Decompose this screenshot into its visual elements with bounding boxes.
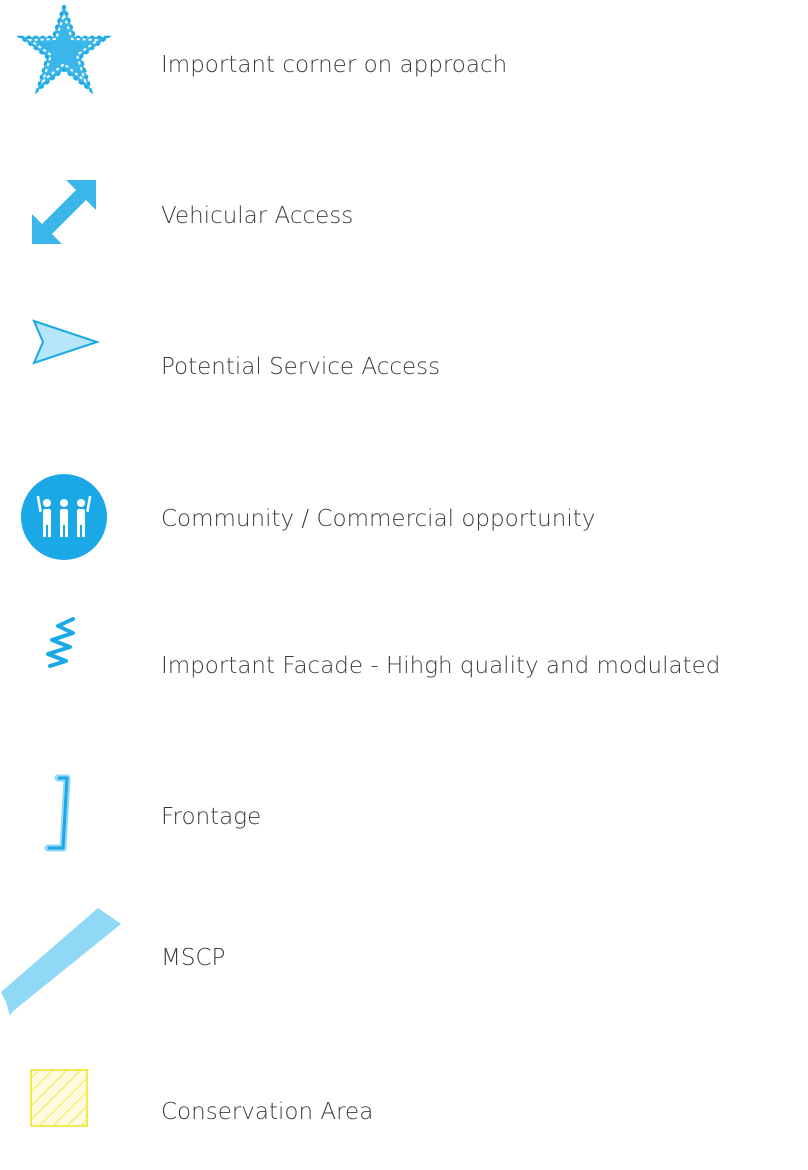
- legend-item-important-corner: Important corner on approach: [0, 0, 808, 120]
- zigzag-icon: [40, 616, 80, 668]
- arrowhead-icon: [32, 319, 101, 365]
- double-arrow-icon: [32, 180, 96, 244]
- legend-item-potential-service-access: Potential Service Access: [0, 300, 808, 420]
- legend-label: Important corner on approach: [161, 52, 508, 78]
- legend-item-community: Community / Commercial opportunity: [0, 450, 808, 570]
- legend-label: Frontage: [161, 804, 262, 830]
- legend-item-conservation-area: Conservation Area: [0, 1050, 808, 1170]
- legend-item-important-facade: Important Facade - Hihgh quality and mod…: [0, 600, 808, 720]
- legend-item-frontage: Frontage: [0, 750, 808, 870]
- legend-label: Potential Service Access: [161, 354, 441, 380]
- parking-bar-icon: [0, 908, 122, 1018]
- legend-label: MSCP: [161, 945, 226, 971]
- star-icon: [16, 1, 112, 95]
- legend-item-vehicular-access: Vehicular Access: [0, 150, 808, 270]
- legend-label: Conservation Area: [161, 1099, 374, 1125]
- legend-label: Community / Commercial opportunity: [161, 506, 596, 532]
- legend-item-mscp: MSCP: [0, 900, 808, 1020]
- hatched-square-icon: [30, 1069, 88, 1127]
- bracket-icon: [42, 774, 74, 852]
- legend-label: Vehicular Access: [161, 203, 354, 229]
- legend-label: Important Facade - Hihgh quality and mod…: [161, 653, 721, 679]
- legend: Important corner on approach Vehicular A…: [0, 0, 808, 1138]
- people-icon: [21, 474, 107, 560]
